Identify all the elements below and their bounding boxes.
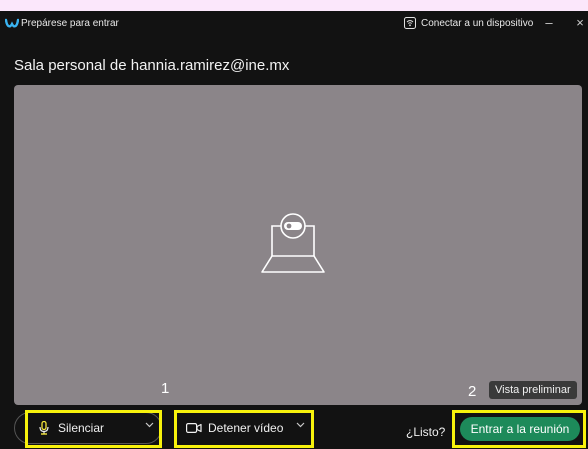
title-bar: Prepárese para entrar Conectar a un disp… [0, 11, 588, 37]
annotation-number-1: 1 [161, 380, 170, 397]
stop-video-label: Detener vídeo [208, 421, 284, 435]
mute-options-chevron[interactable] [145, 422, 154, 428]
bottom-control-bar: Silenciar Detener vídeo ¿Listo? Entrar a… [0, 407, 588, 449]
mute-button[interactable]: Silenciar [38, 421, 104, 435]
microphone-icon [39, 421, 49, 435]
minimize-button[interactable]: – [542, 14, 556, 32]
close-button[interactable]: × [573, 14, 587, 32]
webex-logo-icon [5, 18, 19, 28]
chevron-down-icon [145, 422, 154, 428]
video-preview: Vista preliminar [14, 85, 582, 405]
wireless-device-icon [404, 17, 416, 29]
connect-device-button[interactable]: Conectar a un dispositivo [404, 17, 533, 29]
join-meeting-button[interactable]: Entrar a la reunión [460, 417, 580, 441]
stop-video-button[interactable]: Detener vídeo [186, 421, 283, 435]
window-title: Prepárese para entrar [21, 18, 119, 29]
video-camera-icon [186, 423, 202, 434]
camera-laptop-icon [261, 213, 325, 273]
room-title: Sala personal de hannia.ramirez@ine.mx [14, 57, 290, 74]
preview-label: Vista preliminar [489, 381, 577, 399]
meeting-window: Prepárese para entrar Conectar a un disp… [0, 11, 588, 449]
connect-device-label: Conectar a un dispositivo [421, 17, 534, 29]
chevron-down-icon [296, 422, 305, 428]
annotation-number-2: 2 [468, 383, 477, 400]
mute-button-label: Silenciar [58, 421, 105, 435]
video-options-chevron[interactable] [296, 422, 305, 428]
ready-label: ¿Listo? [406, 425, 446, 439]
